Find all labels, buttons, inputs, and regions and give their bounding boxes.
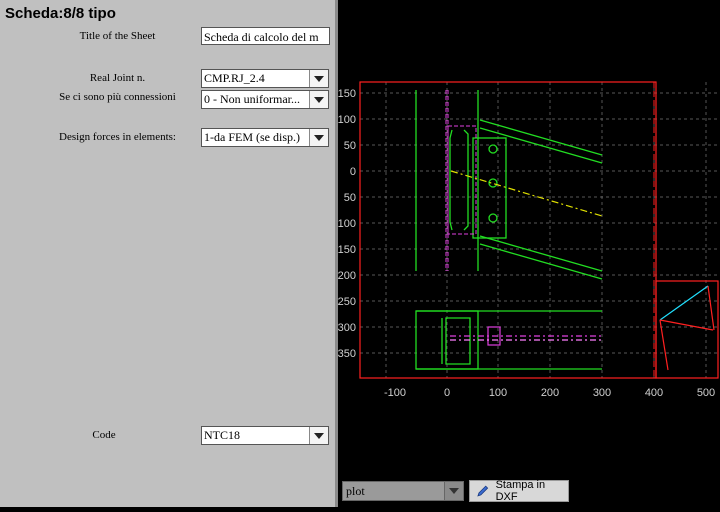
x-tick-label: 0 [444,387,450,399]
sheet-title: Scheda:8/8 tipo [5,5,116,22]
plot-area [360,82,718,378]
x-tick-label: 200 [541,387,559,399]
y-tick-label: 150 [338,88,356,100]
plot-select-value: plot [346,484,365,498]
x-axis-labels: -100 0 100 200 300 400 500 [384,387,715,399]
title-input[interactable]: Scheda di calcolo del m [201,27,330,45]
x-tick-label: 500 [697,387,715,399]
code-select[interactable]: NTC18 [201,426,329,445]
plot-dropdown-arrow-icon[interactable] [444,482,463,500]
y-tick-label: 0 [350,166,356,178]
joint-label: Real Joint n. [89,72,146,84]
y-tick-label: 250 [338,296,356,308]
design-forces-select[interactable]: 1-da FEM (se disp.) [201,128,329,147]
design-forces-select-value: 1-da FEM (se disp.) [204,130,300,144]
joint-drawing-canvas[interactable]: 150 100 50 0 50 100 150 200 250 300 350 … [338,0,720,507]
x-tick-label: 300 [593,387,611,399]
export-dxf-button[interactable]: Stampa in DXF [469,479,569,503]
joint-select[interactable]: CMP.RJ_2.4 [201,69,329,88]
code-select-value: NTC18 [204,428,240,442]
code-label: Code [92,429,116,441]
y-tick-label: 50 [344,140,356,152]
x-tick-label: 400 [645,387,663,399]
joint-dropdown-arrow-icon[interactable] [309,70,328,87]
y-tick-label: 50 [344,192,356,204]
y-tick-label: 350 [338,348,356,360]
design-forces-label: Design forces in elements: [59,131,176,143]
plot-panel: 150 100 50 0 50 100 150 200 250 300 350 … [338,0,720,507]
x-tick-label: -100 [384,387,406,399]
connections-dropdown-arrow-icon[interactable] [309,91,328,108]
design-forces-dropdown-arrow-icon[interactable] [309,129,328,146]
title-label: Title of the Sheet [79,30,156,42]
y-tick-label: 100 [338,218,356,230]
y-axis-labels: 150 100 50 0 50 100 150 200 250 300 350 [338,88,356,360]
connections-select[interactable]: 0 - Non uniformar... [201,90,329,109]
code-dropdown-arrow-icon[interactable] [309,427,328,444]
form-panel: Scheda:8/8 tipo Title of the Sheet Sched… [0,0,335,507]
y-tick-label: 150 [338,244,356,256]
joint-select-value: CMP.RJ_2.4 [204,71,265,85]
y-tick-label: 200 [338,270,356,282]
y-tick-label: 300 [338,322,356,334]
connections-select-value: 0 - Non uniformar... [204,92,300,106]
plot-select[interactable]: plot [342,481,464,501]
export-dxf-label: Stampa in DXF [495,479,546,503]
x-tick-label: 100 [489,387,507,399]
pencil-icon [477,485,489,497]
y-tick-label: 100 [338,114,356,126]
connections-label: Se ci sono più connessioni [59,91,176,103]
